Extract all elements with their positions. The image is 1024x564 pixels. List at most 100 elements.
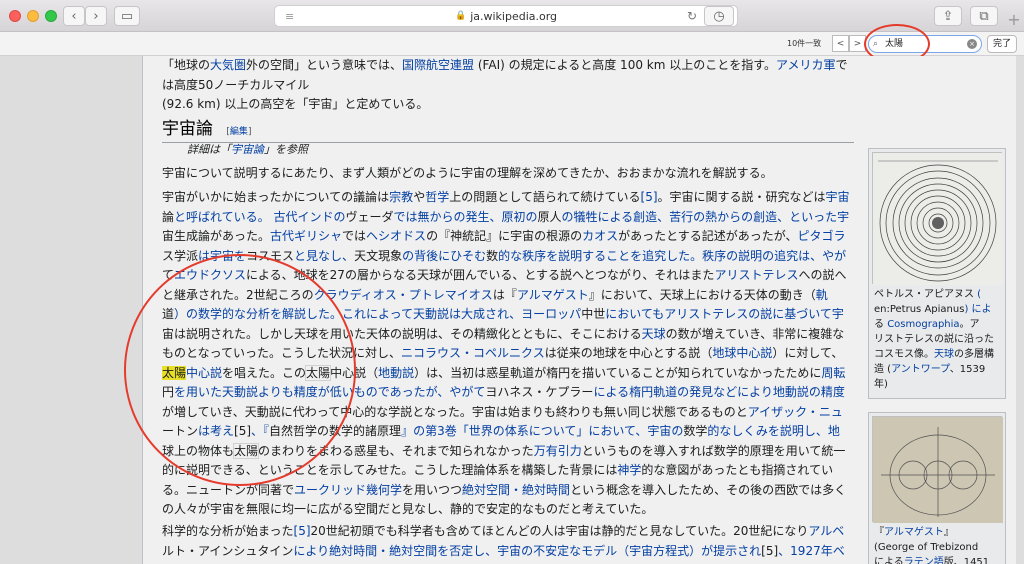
article-text: 宙生成論があった。 [162, 229, 271, 243]
article-link[interactable]: と呼ばれている。 古代インドの [174, 210, 345, 224]
article-link[interactable]: アルマゲスト [517, 288, 589, 302]
article-link[interactable]: 天球 [934, 349, 954, 360]
paragraph-1: 宇宙について説明するにあたり、まず人類がどのように宇宙の理解を深めてきたか、おお… [162, 166, 773, 180]
article-link[interactable]: 神学 [617, 463, 641, 477]
lock-icon: 🔒 [454, 11, 467, 21]
article-link[interactable]: カオス [582, 229, 618, 243]
article-text: は従来の地球を中心とする説（ [544, 346, 713, 360]
article-link[interactable]: 的なしくみを説明し、地 [707, 424, 839, 438]
find-previous-button[interactable]: < [832, 35, 849, 52]
article-link[interactable]: [5] [641, 190, 658, 204]
article-link[interactable]: の背後にひそむ [402, 249, 486, 263]
cosmographia-image[interactable] [872, 152, 1003, 285]
article-text: というものを導入すれば数学的原理を用いて統一 [581, 443, 846, 458]
share-icon: ⇪ [942, 8, 954, 24]
thumbnail-caption: 『アルマゲスト』 (George of Trebizond によるラテン語版、145… [872, 522, 1002, 564]
article-text: 』 [943, 527, 954, 538]
article-text: 数学 [683, 424, 708, 438]
article-text: 原人 [537, 209, 562, 224]
edit-link[interactable]: 編集 [230, 127, 248, 137]
article-link[interactable]: による楕円軌道の発見などにより地動説の精度 [593, 385, 844, 399]
article-text: (George of Trebizond [874, 542, 979, 553]
share-button[interactable]: ⇪ [934, 6, 962, 26]
article-text: 。ア [959, 319, 980, 330]
article-text: 科学的な分析が始まった [162, 524, 294, 538]
article-link[interactable]: ユークリッド幾何学 [294, 483, 402, 497]
chevron-left-icon: < [836, 38, 845, 49]
article-text: コスモス像。 [874, 349, 934, 360]
zoom-window-button[interactable] [45, 10, 57, 22]
link-us-military[interactable]: アメリカ軍 [776, 58, 835, 72]
link-atmosphere[interactable]: 大気圏 [210, 58, 246, 72]
annotation-circle-text [124, 254, 356, 486]
article-text: 的な意図があったとも指摘されてい [641, 463, 834, 477]
article-link[interactable]: ) によ [964, 304, 991, 315]
article-text: ペトルス・アピアヌス [874, 289, 974, 300]
article-link[interactable]: 哲学 [425, 190, 449, 204]
article-link[interactable]: ラテン語 [904, 557, 944, 564]
article-link[interactable]: 万有引力 [534, 444, 582, 458]
article-link[interactable]: ピタゴラ [798, 229, 846, 243]
article-link[interactable]: アントワープ [891, 364, 950, 375]
new-tab-button[interactable]: + [1004, 10, 1024, 30]
reader-icon[interactable]: ≡ [285, 10, 294, 23]
article-link[interactable]: アルベ [808, 524, 844, 538]
link-fai[interactable]: 国際航空連盟 [402, 58, 474, 72]
article-link[interactable]: 古代ギリシャ [270, 229, 342, 243]
article-link[interactable]: においてもアリストテレスの説に基づいて宇 [605, 307, 844, 321]
article-link[interactable]: 天球 [642, 327, 666, 341]
clock-icon: ◷ [713, 8, 725, 24]
article-link[interactable]: アイザック・ニュ [748, 405, 843, 419]
article-link[interactable]: 宗教 [389, 190, 413, 204]
find-done-button[interactable]: 完了 [987, 35, 1017, 53]
article-link[interactable]: 軌 [816, 288, 828, 302]
article-link[interactable]: ( [974, 289, 981, 300]
article-link[interactable]: 宇宙 [826, 190, 850, 204]
article-text: による、地球を27の層からなる天球が囲んでいる、とする説へとつながり、それはまた [246, 268, 715, 282]
history-button[interactable]: ◷ [704, 6, 734, 26]
article-link[interactable]: では無からの発生、原初の [394, 210, 538, 224]
chevron-right-icon: › [93, 8, 99, 24]
article-text: る [874, 319, 888, 330]
article-text: 、1539 [949, 364, 986, 375]
thumbnail-cosmographia: ペトルス・アピアヌス (en:Petrus Apianus) による Cosmo… [868, 148, 1006, 399]
close-window-button[interactable] [9, 10, 21, 22]
article-text: 宇宙がいかに始まったかについての議論は [162, 190, 390, 204]
clear-search-icon[interactable]: × [967, 39, 977, 49]
minimize-window-button[interactable] [27, 10, 39, 22]
article-link[interactable]: 』の第3巻「世界の体系について」において、宇宙の [401, 424, 683, 438]
sidebar-button[interactable]: ▭ [114, 6, 140, 26]
article-link[interactable]: アリストテレス [714, 268, 798, 282]
almagest-image[interactable] [872, 416, 1003, 523]
address-bar[interactable]: ≡ 🔒 ja.wikipedia.org ↻ [274, 5, 738, 27]
article-link[interactable]: 地球中心説 [712, 346, 772, 360]
article-text: 造 ( [874, 364, 892, 375]
reload-icon[interactable]: ↻ [687, 9, 697, 23]
article-link[interactable]: 的な秩序を説明することを追究した。秩序の説明の追究は、やが [498, 249, 846, 263]
article-link[interactable]: 地動説 [378, 366, 414, 380]
edit-section: [編集] [226, 127, 252, 137]
article-text: [5] [761, 543, 779, 558]
link-cosmology[interactable]: 宇宙論 [231, 143, 264, 156]
article-text: ）は、当初は惑星軌道が楕円を描いていることが知られていなかったために [414, 365, 822, 380]
article-link[interactable]: 、1927年ベ [778, 544, 845, 558]
article-link[interactable]: ニコラウス・コペルニクス [401, 346, 545, 360]
article-link[interactable]: 絶対空間・絶対時間 [462, 483, 570, 497]
article-link[interactable]: により絶対時間・絶対空間を否定し、宇宙の不安定なモデル（宇宙方程式）が提示され [293, 544, 761, 558]
article-text: の『神統記』に宇宙の根源の [426, 229, 583, 243]
article-link[interactable]: の犠牲による創造、苦行の熱からの創造、といった宇 [562, 210, 850, 224]
article-link[interactable]: [5] [294, 524, 311, 538]
article-text: 20世紀初頭でも科学者も含めてほとんどの人は宇宙は静的だと見なしていた。20世紀… [310, 524, 809, 538]
back-button[interactable]: ‹ [63, 6, 85, 26]
article-text: ルト・アインシュタイン [162, 543, 294, 558]
article-link[interactable]: Cosmographia [887, 319, 959, 330]
article-link[interactable]: 周転 [821, 366, 845, 380]
article-link[interactable]: アルマゲスト [884, 527, 944, 538]
article-link[interactable]: ヘシオドス [366, 229, 426, 243]
article-link[interactable]: と見なし、 [294, 249, 354, 263]
article-text: ヴェーダ [345, 209, 394, 224]
tabs-overview-button[interactable]: ⧉ [970, 6, 998, 26]
article-link[interactable]: クラウディオス・プトレマイオス [314, 288, 493, 302]
chevron-left-icon: ‹ [71, 8, 77, 24]
forward-button[interactable]: › [85, 6, 107, 26]
